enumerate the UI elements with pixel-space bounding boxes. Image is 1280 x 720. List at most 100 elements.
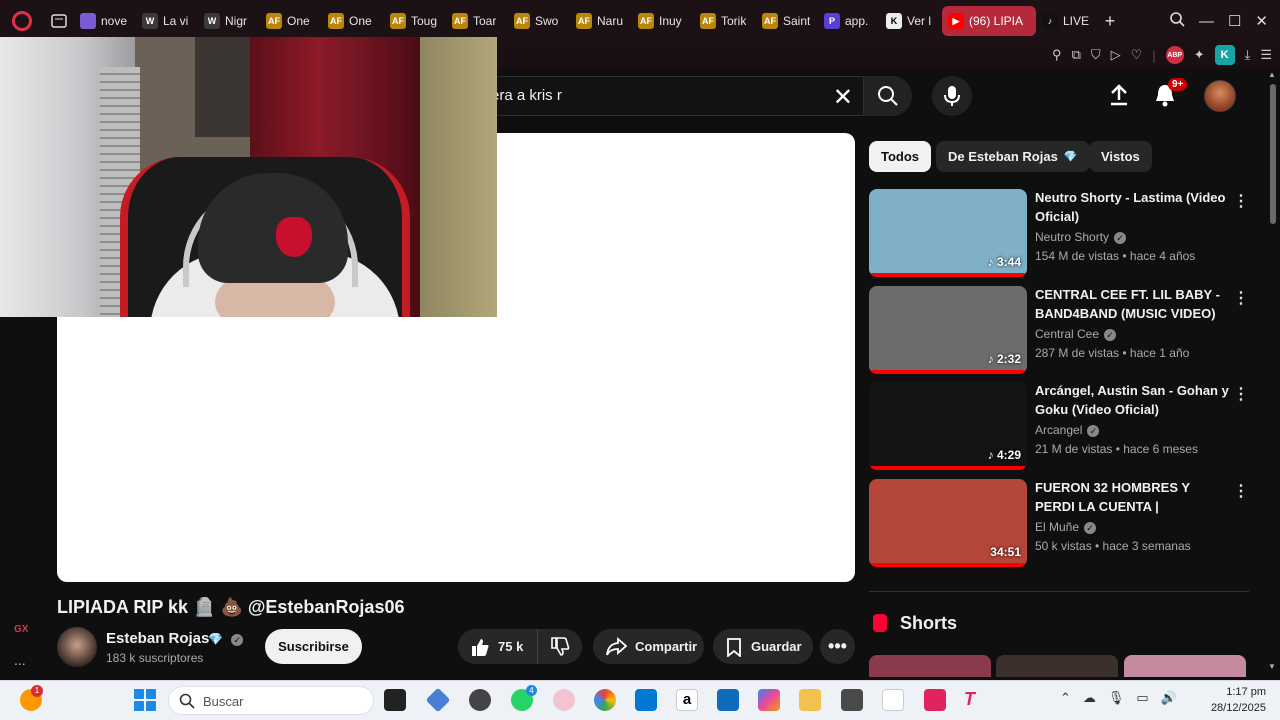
browser-tab[interactable]: nove bbox=[74, 6, 136, 36]
taskbar-search-input[interactable]: Buscar bbox=[168, 686, 374, 715]
sidebar-more-icon[interactable]: ... bbox=[14, 652, 26, 668]
chip-watched[interactable]: Vistos bbox=[1089, 141, 1152, 172]
scroll-down-icon[interactable]: ▼ bbox=[1268, 662, 1276, 671]
browser-tab[interactable]: AF Inuy bbox=[632, 6, 694, 36]
task-view-icon[interactable] bbox=[384, 689, 406, 711]
channel-name[interactable]: Central Cee bbox=[1035, 327, 1099, 341]
menu-icon[interactable]: ☰ bbox=[1260, 47, 1272, 63]
close-window-button[interactable]: ✕ bbox=[1255, 12, 1268, 30]
channel-name[interactable]: Arcangel bbox=[1035, 423, 1082, 437]
tab-manager-icon[interactable] bbox=[44, 0, 74, 42]
gx-corner-label[interactable]: GX bbox=[14, 624, 28, 635]
recommended-video[interactable]: ♪ 3:44 Neutro Shorty - Lastima (Video Ofi… bbox=[869, 189, 1249, 277]
minimize-button[interactable]: — bbox=[1199, 13, 1214, 30]
tab-active-youtube[interactable]: ▶ (96) LIPIA bbox=[942, 6, 1036, 36]
browser-tab[interactable]: Papp. bbox=[818, 6, 880, 36]
cloud-icon[interactable]: ☁ bbox=[1083, 690, 1096, 706]
video-thumbnail[interactable]: 34:51 bbox=[869, 479, 1027, 567]
outlook-icon[interactable] bbox=[717, 689, 739, 711]
start-button[interactable] bbox=[134, 689, 156, 711]
file-explorer-icon[interactable] bbox=[799, 689, 821, 711]
browser-tab[interactable]: K Ver l bbox=[880, 6, 942, 36]
chip-all[interactable]: Todos bbox=[869, 141, 932, 172]
channel-avatar[interactable] bbox=[57, 627, 97, 667]
chevron-up-icon[interactable]: ⌃ bbox=[1060, 690, 1071, 706]
scroll-up-icon[interactable]: ▲ bbox=[1268, 70, 1276, 79]
obs-icon[interactable] bbox=[469, 689, 491, 711]
browser-tab[interactable]: W La vi bbox=[136, 6, 198, 36]
recommended-video[interactable]: 34:51 FUERON 32 HOMBRES Y PERDI LA CUENTA… bbox=[869, 479, 1249, 567]
browser-tab[interactable]: AF Saint bbox=[756, 6, 818, 36]
more-vert-icon[interactable]: ⋮ bbox=[1233, 191, 1249, 211]
opera-gx-taskbar-icon[interactable] bbox=[553, 689, 575, 711]
extensions-icon[interactable]: ✦ bbox=[1194, 47, 1205, 63]
video-thumbnail[interactable]: ♪ 4:29 bbox=[869, 382, 1027, 470]
tiktok-live-icon[interactable] bbox=[924, 689, 946, 711]
text-app-icon[interactable]: T bbox=[964, 689, 986, 711]
search-button[interactable] bbox=[864, 76, 912, 116]
recommended-channel[interactable]: El Muñe ✓ bbox=[1035, 520, 1097, 534]
chip-from-channel[interactable]: De Esteban Rojas 💎 bbox=[936, 141, 1090, 172]
clock-time[interactable]: 1:17 pm bbox=[1214, 686, 1266, 698]
store-icon[interactable] bbox=[635, 689, 657, 711]
play-icon[interactable]: ▷ bbox=[1111, 47, 1121, 63]
notifications-button[interactable]: 9+ bbox=[1152, 78, 1188, 113]
browser-tab[interactable]: AF Naru bbox=[570, 6, 632, 36]
subscribe-button[interactable]: Suscribirse bbox=[265, 629, 362, 664]
recommended-title[interactable]: CENTRAL CEE FT. LIL BABY - BAND4BAND (MU… bbox=[1035, 286, 1231, 323]
save-button[interactable]: Guardar bbox=[713, 629, 813, 664]
account-avatar[interactable] bbox=[1204, 80, 1236, 112]
recommended-channel[interactable]: Central Cee ✓ bbox=[1035, 327, 1117, 341]
browser-tab[interactable]: AF One bbox=[260, 6, 322, 36]
browser-tab[interactable]: AF Toug bbox=[384, 6, 446, 36]
short-thumbnail[interactable] bbox=[996, 655, 1118, 677]
video-thumbnail[interactable]: ♪ 3:44 bbox=[869, 189, 1027, 277]
browser-tab[interactable]: W Nigr bbox=[198, 6, 260, 36]
like-button[interactable]: 75 k bbox=[458, 629, 538, 664]
new-tab-button[interactable]: + bbox=[1098, 6, 1122, 36]
dislike-button[interactable] bbox=[538, 629, 582, 664]
more-vert-icon[interactable]: ⋮ bbox=[1233, 288, 1249, 308]
recommended-channel[interactable]: Neutro Shorty ✓ bbox=[1035, 230, 1127, 244]
browser-tab[interactable]: AF One bbox=[322, 6, 384, 36]
channel-name[interactable]: Neutro Shorty bbox=[1035, 230, 1109, 244]
adblock-plus-icon[interactable]: ABP bbox=[1165, 46, 1184, 64]
pin-icon[interactable]: ⚲ bbox=[1052, 47, 1062, 63]
clear-search-icon[interactable]: ✕ bbox=[833, 83, 853, 112]
shield-icon[interactable]: ⛉ bbox=[1091, 47, 1101, 63]
download-icon[interactable]: ⤓ bbox=[1245, 47, 1251, 63]
maximize-button[interactable]: ☐ bbox=[1228, 12, 1241, 30]
microphone-tray-icon[interactable]: 🎙 bbox=[1108, 690, 1125, 706]
share-button[interactable]: Compartir bbox=[593, 629, 704, 664]
tab-live[interactable]: ♪ LIVE bbox=[1036, 6, 1098, 36]
recommended-video[interactable]: ♪ 2:32 CENTRAL CEE FT. LIL BABY - BAND4BA… bbox=[869, 286, 1249, 374]
recommended-video[interactable]: ♪ 4:29 Arcángel, Austin San - Gohan y Gok… bbox=[869, 382, 1249, 470]
browser-tab[interactable]: AF Swo bbox=[508, 6, 570, 36]
opera-gx-logo-icon[interactable] bbox=[0, 0, 44, 42]
volume-icon[interactable]: 🔊 bbox=[1161, 690, 1177, 706]
capcut-icon[interactable] bbox=[882, 689, 904, 711]
copilot-icon[interactable] bbox=[758, 689, 780, 711]
amazon-icon[interactable]: a bbox=[676, 689, 698, 711]
recommended-title[interactable]: FUERON 32 HOMBRES Y PERDI LA CUENTA | Co… bbox=[1035, 479, 1231, 516]
short-thumbnail[interactable] bbox=[869, 655, 991, 677]
browser-tab[interactable]: AF Torik bbox=[694, 6, 756, 36]
voice-search-button[interactable] bbox=[932, 76, 972, 116]
recommended-title[interactable]: Neutro Shorty - Lastima (Video Oficial) bbox=[1035, 189, 1231, 226]
video-thumbnail[interactable]: ♪ 2:32 bbox=[869, 286, 1027, 374]
create-upload-button[interactable] bbox=[1106, 82, 1132, 113]
channel-name[interactable]: Esteban Rojas bbox=[106, 630, 209, 647]
more-vert-icon[interactable]: ⋮ bbox=[1233, 481, 1249, 501]
network-icon[interactable]: ▭ bbox=[1136, 690, 1148, 706]
camera-icon[interactable] bbox=[841, 689, 863, 711]
recommended-title[interactable]: Arcángel, Austin San - Gohan y Goku (Vid… bbox=[1035, 382, 1231, 419]
search-input[interactable]: era a kris r ✕ bbox=[480, 76, 864, 116]
more-vert-icon[interactable]: ⋮ bbox=[1233, 384, 1249, 404]
channel-name[interactable]: El Muñe bbox=[1035, 520, 1079, 534]
short-thumbnail[interactable] bbox=[1124, 655, 1246, 677]
scrollbar-thumb[interactable] bbox=[1270, 84, 1276, 224]
profile-k-icon[interactable]: K bbox=[1214, 45, 1235, 65]
heart-icon[interactable]: ♡ bbox=[1131, 47, 1143, 63]
search-tabs-icon[interactable] bbox=[1170, 11, 1185, 31]
snapshot-icon[interactable]: ⧉ bbox=[1072, 47, 1081, 63]
